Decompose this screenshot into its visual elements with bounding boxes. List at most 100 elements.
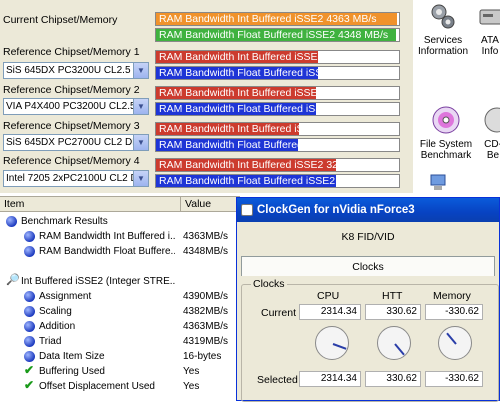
reference-4-select-value: Intel 7205 2xPC2100U CL2 DDR bbox=[6, 173, 134, 184]
info-bullet-icon bbox=[24, 351, 35, 362]
list-item[interactable]: RAM Bandwidth Int Buffered i... 4363MB/s bbox=[0, 229, 240, 244]
reference-1-label: Reference Chipset/Memory 1 bbox=[3, 46, 140, 58]
htt-dial[interactable] bbox=[377, 326, 411, 360]
window-titlebar[interactable]: ClockGen for nVidia nForce3 bbox=[237, 198, 499, 222]
file-system-label-line-1: File System bbox=[419, 139, 473, 150]
list-item-value: 4390MB/s bbox=[183, 291, 229, 302]
reference-4-int-bar: RAM Bandwidth Int Buffered iSSE2 3268 MB… bbox=[155, 158, 400, 172]
reference-3-float-bar: RAM Bandwidth Float Buffered iSSE2 2580 … bbox=[155, 138, 400, 152]
info-bullet-icon bbox=[24, 291, 35, 302]
app-icon bbox=[241, 204, 253, 216]
reference-4-select[interactable]: Intel 7205 2xPC2100U CL2 DDR ▼ bbox=[3, 170, 149, 187]
chevron-down-icon[interactable]: ▼ bbox=[133, 171, 148, 186]
list-item-value: 4348MB/s bbox=[183, 246, 229, 257]
cpu-dial[interactable] bbox=[315, 326, 349, 360]
memory-dial[interactable] bbox=[438, 326, 472, 360]
ata-info-shortcut[interactable]: ATA Info bbox=[475, 2, 500, 72]
reference-1-float-bar: RAM Bandwidth Float Buffered iSSE2 2940 … bbox=[155, 66, 400, 80]
list-item-value: 16-bytes bbox=[183, 351, 222, 362]
list-item-name: Buffering Used bbox=[39, 366, 105, 377]
tab-clocks[interactable]: Clocks bbox=[241, 256, 495, 276]
reference-2-float-bar-text: RAM Bandwidth Float Buffered iSSE2 2889 … bbox=[159, 103, 389, 115]
list-item[interactable]: RAM Bandwidth Float Buffere... 4348MB/s bbox=[0, 244, 240, 259]
selected-memory-value[interactable]: -330.62 bbox=[425, 371, 483, 387]
disc-icon bbox=[432, 106, 460, 134]
list-item[interactable]: Scaling 4382MB/s bbox=[0, 304, 240, 319]
column-header-item[interactable]: Item bbox=[0, 197, 180, 212]
chevron-down-icon[interactable]: ▼ bbox=[133, 135, 148, 150]
services-information-shortcut[interactable]: Services Information bbox=[417, 2, 469, 57]
list-item-name: RAM Bandwidth Float Buffere... bbox=[39, 246, 175, 257]
reference-1-select[interactable]: SiS 645DX PC3200U CL2.5 DC ▼ bbox=[3, 62, 149, 79]
list-item[interactable]: Assignment 4390MB/s bbox=[0, 289, 240, 304]
info-bullet-icon bbox=[24, 306, 35, 317]
list-item-name: Assignment bbox=[39, 291, 92, 302]
list-item[interactable]: ✔ Offset Displacement Used Yes bbox=[0, 379, 240, 394]
reference-4-int-bar-text: RAM Bandwidth Int Buffered iSSE2 3268 MB… bbox=[159, 159, 377, 171]
file-system-label-line-2: Benchmark bbox=[420, 150, 472, 161]
list-item-name: Scaling bbox=[39, 306, 72, 317]
network-shortcut[interactable] bbox=[427, 172, 451, 197]
ata-label-line-2: Info bbox=[481, 46, 499, 57]
column-cpu-label: CPU bbox=[317, 290, 340, 302]
reference-2-select-value: VIA P4X400 PC3200U CL2.5 DC bbox=[6, 101, 134, 112]
list-item[interactable]: Data Item Size 16-bytes bbox=[0, 349, 240, 364]
column-header-value[interactable]: Value bbox=[180, 197, 240, 212]
column-htt-label: HTT bbox=[382, 290, 403, 302]
list-item[interactable]: 🔎 Int Buffered iSSE2 (Integer STRE... bbox=[0, 274, 240, 289]
list-item-name: Offset Displacement Used bbox=[39, 381, 155, 392]
info-bullet-icon bbox=[24, 321, 35, 332]
list-item-value: 4363MB/s bbox=[183, 231, 229, 242]
list-item[interactable]: Benchmark Results bbox=[0, 214, 240, 229]
reference-2-int-bar-text: RAM Bandwidth Int Buffered iSSE2 2890 MB… bbox=[159, 87, 377, 99]
list-item-value: 4319MB/s bbox=[183, 336, 229, 347]
chevron-down-icon[interactable]: ▼ bbox=[133, 99, 148, 114]
reference-3-float-bar-text: RAM Bandwidth Float Buffered iSSE2 2580 … bbox=[159, 139, 389, 151]
reference-3-int-bar-text: RAM Bandwidth Int Buffered iSSE2 2585 MB… bbox=[159, 123, 377, 135]
clockgen-window: ClockGen for nVidia nForce3 K8 FID/VID C… bbox=[236, 197, 500, 402]
cd-label-line-2: Be bbox=[486, 150, 500, 161]
window-title: ClockGen for nVidia nForce3 bbox=[257, 204, 415, 216]
chevron-down-icon[interactable]: ▼ bbox=[133, 63, 148, 78]
cd-icon bbox=[484, 107, 500, 133]
benchmark-results-list: Item Value Benchmark Results RAM Bandwidt… bbox=[0, 196, 240, 401]
cd-benchmark-shortcut[interactable]: CD- Be bbox=[483, 104, 500, 164]
current-int-bar-text: RAM Bandwidth Int Buffered iSSE2 4363 MB… bbox=[159, 13, 377, 25]
cd-label-line-1: CD- bbox=[484, 139, 500, 150]
reference-3-label: Reference Chipset/Memory 3 bbox=[3, 120, 140, 132]
tab-k8-fid-vid[interactable]: K8 FID/VID bbox=[241, 228, 495, 246]
magnifier-icon: 🔎 bbox=[6, 274, 20, 286]
desktop-icons-area: Services Information ATA Info File Syste… bbox=[413, 0, 500, 205]
selected-cpu-value[interactable]: 2314.34 bbox=[299, 371, 361, 387]
reference-3-select[interactable]: SiS 645DX PC2700U CL2 DDR ▼ bbox=[3, 134, 149, 151]
file-system-benchmark-shortcut[interactable]: File System Benchmark bbox=[417, 104, 475, 161]
reference-4-label: Reference Chipset/Memory 4 bbox=[3, 155, 140, 167]
list-item[interactable]: ✔ Buffering Used Yes bbox=[0, 364, 240, 379]
checkmark-icon: ✔ bbox=[24, 363, 35, 377]
services-icon bbox=[431, 4, 455, 29]
current-int-bar: RAM Bandwidth Int Buffered iSSE2 4363 MB… bbox=[155, 12, 400, 26]
services-label-line-2: Information bbox=[417, 46, 469, 57]
reference-4-float-bar-text: RAM Bandwidth Float Buffered iSSE2 3267 … bbox=[159, 175, 389, 187]
reference-2-int-bar: RAM Bandwidth Int Buffered iSSE2 2890 MB… bbox=[155, 86, 400, 100]
current-cpu-value: 2314.34 bbox=[299, 304, 361, 320]
list-item-name: RAM Bandwidth Int Buffered i... bbox=[39, 231, 175, 242]
list-item[interactable] bbox=[0, 259, 240, 274]
list-item-name: Data Item Size bbox=[39, 351, 105, 362]
list-item[interactable]: Triad 4319MB/s bbox=[0, 334, 240, 349]
reference-3-select-value: SiS 645DX PC2700U CL2 DDR bbox=[6, 137, 134, 148]
current-chipset-label: Current Chipset/Memory bbox=[3, 14, 118, 26]
list-item[interactable]: Addition 4363MB/s bbox=[0, 319, 240, 334]
list-item-name: Triad bbox=[39, 336, 62, 347]
current-float-bar-text: RAM Bandwidth Float Buffered iSSE2 4348 … bbox=[159, 29, 389, 41]
bandwidth-panel: Current Chipset/Memory RAM Bandwidth Int… bbox=[0, 0, 413, 193]
drive-icon bbox=[479, 9, 500, 25]
reference-2-float-bar: RAM Bandwidth Float Buffered iSSE2 2889 … bbox=[155, 102, 400, 116]
info-bullet-icon bbox=[24, 246, 35, 257]
list-item-value: 4363MB/s bbox=[183, 321, 229, 332]
selected-htt-value[interactable]: 330.62 bbox=[365, 371, 421, 387]
current-memory-value: -330.62 bbox=[425, 304, 483, 320]
network-icon bbox=[430, 174, 446, 190]
reference-2-select[interactable]: VIA P4X400 PC3200U CL2.5 DC ▼ bbox=[3, 98, 149, 115]
reference-4-float-bar: RAM Bandwidth Float Buffered iSSE2 3267 … bbox=[155, 174, 400, 188]
